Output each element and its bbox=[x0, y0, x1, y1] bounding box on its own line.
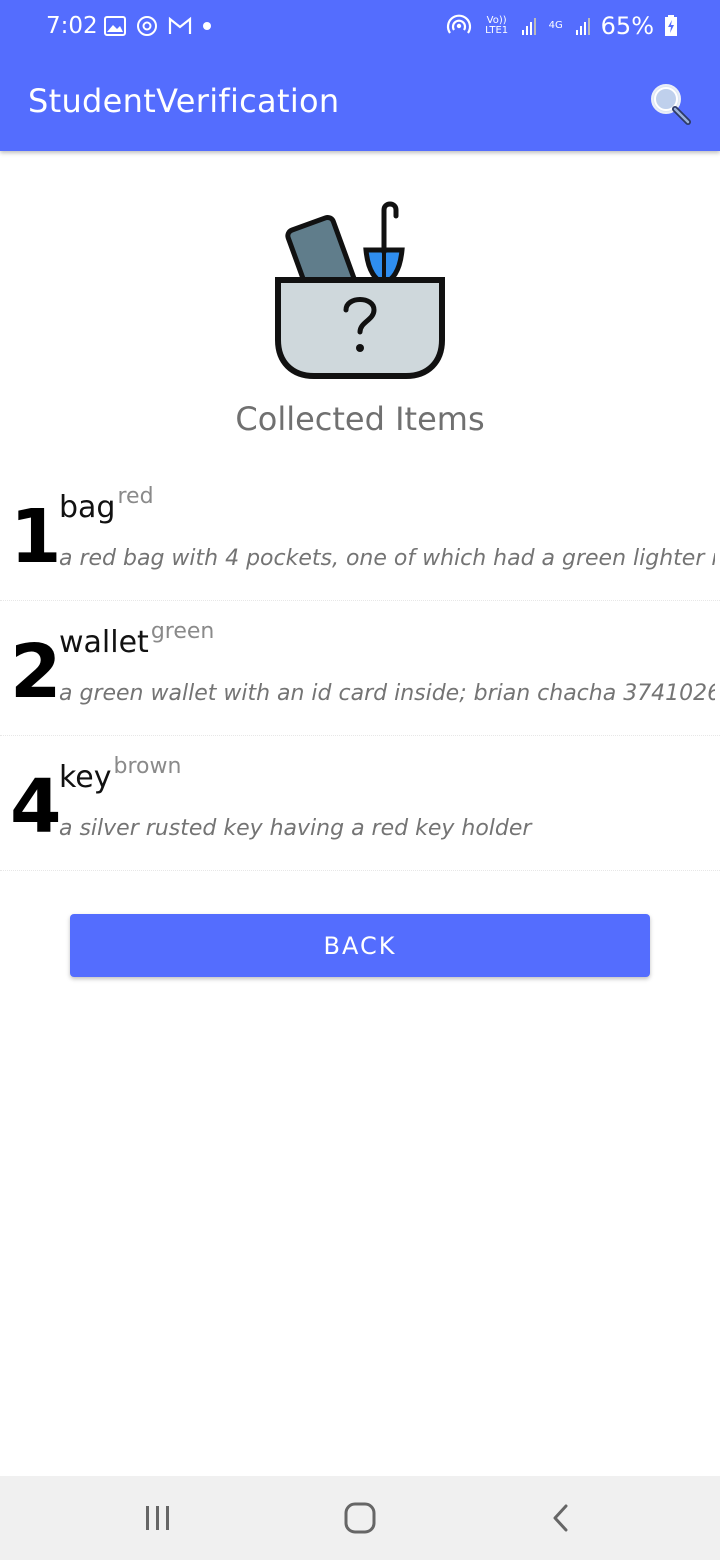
search-icon[interactable] bbox=[646, 80, 694, 128]
status-time: 7:02 bbox=[46, 13, 98, 39]
app-bar: 7:02 Vo)) LTE1 4G 65% StudentVerificatio… bbox=[0, 0, 720, 151]
item-description: a green wallet with an id card inside; b… bbox=[59, 681, 715, 706]
status-bar: 7:02 Vo)) LTE1 4G 65% bbox=[0, 0, 720, 56]
signal-2-icon bbox=[575, 18, 590, 35]
back-button[interactable]: BACK bbox=[70, 914, 650, 977]
item-name-line: keybrown bbox=[59, 754, 181, 795]
list-item[interactable]: 2 walletgreen a green wallet with an id … bbox=[0, 601, 720, 736]
item-name-line: bagred bbox=[59, 484, 154, 525]
item-color: red bbox=[117, 484, 154, 509]
bag-with-items-question-icon bbox=[275, 201, 445, 379]
dot-icon bbox=[203, 22, 211, 30]
item-description: a silver rusted key having a red key hol… bbox=[59, 816, 532, 841]
hotspot-icon bbox=[446, 14, 471, 34]
item-number: 2 bbox=[10, 629, 62, 715]
battery-charging-icon bbox=[665, 15, 677, 36]
system-nav-bar bbox=[0, 1476, 720, 1560]
item-name: wallet bbox=[59, 625, 149, 660]
item-description: a red bag with 4 pockets, one of which h… bbox=[59, 546, 715, 571]
recents-icon[interactable] bbox=[138, 1498, 178, 1538]
list-item[interactable]: 1 bagred a red bag with 4 pockets, one o… bbox=[0, 466, 720, 601]
list-item[interactable]: 4 keybrown a silver rusted key having a … bbox=[0, 736, 720, 871]
item-name: key bbox=[59, 760, 112, 795]
sync-icon bbox=[137, 16, 157, 36]
app-title: StudentVerification bbox=[28, 82, 340, 120]
item-number: 4 bbox=[10, 764, 62, 850]
gallery-icon bbox=[104, 16, 126, 36]
item-name-line: walletgreen bbox=[59, 619, 214, 660]
mail-icon bbox=[168, 16, 192, 34]
item-name: bag bbox=[59, 490, 116, 525]
home-icon[interactable] bbox=[340, 1498, 380, 1538]
collected-items-list: 1 bagred a red bag with 4 pockets, one o… bbox=[0, 466, 720, 871]
page-heading: Collected Items bbox=[235, 400, 485, 438]
network-2-label: 4G bbox=[548, 20, 563, 31]
item-color: brown bbox=[113, 754, 182, 779]
network-1-label: Vo)) LTE1 bbox=[485, 15, 509, 36]
signal-1-icon bbox=[521, 18, 536, 35]
item-color: green bbox=[150, 619, 215, 644]
item-number: 1 bbox=[10, 494, 62, 580]
battery-percent: 65% bbox=[600, 12, 654, 40]
back-chevron-icon[interactable] bbox=[542, 1498, 582, 1538]
